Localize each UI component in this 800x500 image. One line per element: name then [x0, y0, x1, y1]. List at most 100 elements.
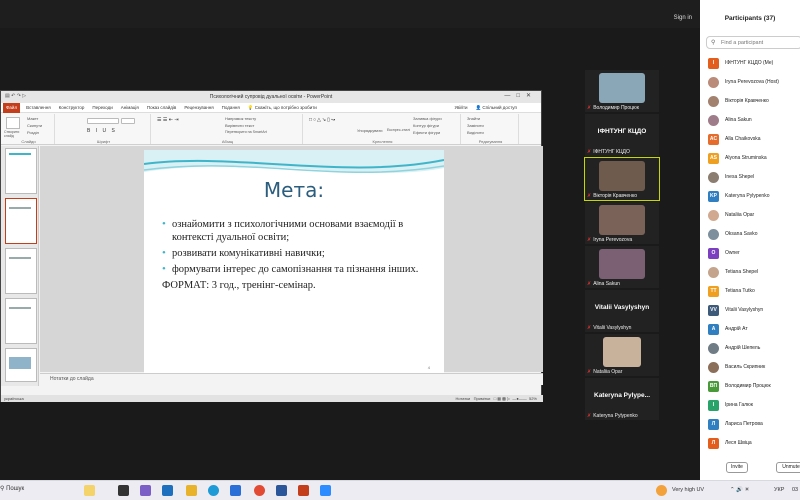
shape-effects-button[interactable]: Ефекти фігури	[413, 130, 440, 135]
list-icons[interactable]: ☰ ☰ ⇤ ⇥	[157, 117, 179, 123]
input-language[interactable]: УКР	[774, 487, 784, 493]
font-size-box[interactable]	[121, 118, 135, 124]
participant-row[interactable]: Л Лариса Петрова	[706, 416, 800, 435]
tab-view[interactable]: Подання	[222, 105, 240, 110]
tell-me-box[interactable]: 💡 Скажіть, що потрібно зробити	[248, 105, 325, 111]
participant-row[interactable]: І Ірина Галюк	[706, 397, 800, 416]
chrome-icon[interactable]	[254, 485, 265, 496]
replace-button[interactable]: Замінити	[467, 123, 484, 128]
store-icon[interactable]	[230, 485, 241, 496]
zoom-level[interactable]: 52%	[529, 396, 537, 401]
word-icon[interactable]	[276, 485, 287, 496]
taskbar-search[interactable]: ⚲ Пошук	[0, 485, 24, 492]
layout-button[interactable]: Макет	[27, 116, 38, 121]
edge-icon[interactable]	[208, 485, 219, 496]
participant-row[interactable]: VV Vitalii Vasylyshyn	[706, 302, 800, 321]
shape-outline-button[interactable]: Контур фігури	[413, 123, 439, 128]
sparkle-icon[interactable]	[84, 485, 95, 496]
view-icons[interactable]: □ ▦ ▩ ▷	[494, 396, 510, 401]
shape-fill-button[interactable]: Заливка фігури	[413, 116, 442, 121]
text-direction-button[interactable]: Напрямок тексту	[225, 116, 256, 121]
participant-row[interactable]: Nataliia Opar	[706, 207, 800, 226]
tab-file[interactable]: Файл	[3, 102, 21, 113]
font-format-icons[interactable]: B I U S	[87, 128, 117, 134]
participant-name: Alla Chaikovska	[725, 136, 761, 142]
participant-row[interactable]: Андрій Шепель	[706, 340, 800, 359]
tile-caption: ✗ Володимир Процюк	[587, 105, 639, 111]
participant-row[interactable]: TT Tetiana Tutko	[706, 283, 800, 302]
video-tile[interactable]: Kateryna Pylype... ✗ Kateryna Pylypenko	[585, 378, 659, 420]
share-button[interactable]: 👤 Спільний доступ	[476, 105, 525, 111]
unmute-all-button[interactable]: Unmute	[776, 462, 800, 473]
select-button[interactable]: Виділити	[467, 130, 484, 135]
tray-icons[interactable]: ⌃ 🔊 ☀	[730, 487, 749, 493]
notes-toggle[interactable]: Нотатки	[455, 396, 470, 401]
slide-thumbnail[interactable]	[5, 298, 37, 344]
task-view-icon[interactable]	[118, 485, 129, 496]
font-name-box[interactable]	[87, 118, 119, 124]
participant-row[interactable]: ВП Володимир Процюк	[706, 378, 800, 397]
participant-row[interactable]: Oksana Savko	[706, 226, 800, 245]
tab-animations[interactable]: Анімація	[121, 105, 139, 110]
align-text-button[interactable]: Вирівняти текст	[225, 123, 254, 128]
comments-toggle[interactable]: Примітки	[474, 396, 491, 401]
participant-row[interactable]: Alina Sakun	[706, 112, 800, 131]
tab-transitions[interactable]: Переходи	[92, 105, 112, 110]
section-button[interactable]: Розділ	[27, 130, 39, 135]
participant-row[interactable]: KP Kateryna Pylypenko	[706, 188, 800, 207]
video-tile[interactable]: ✗ Nataliia Opar	[585, 334, 659, 376]
powerpoint-icon[interactable]	[298, 485, 309, 496]
slide-body: ознайомити з психологічними основами вза…	[162, 218, 432, 292]
slide-thumbnail[interactable]	[5, 148, 37, 194]
video-tile[interactable]: ІФНТУНГ КЦДО ✗ ІФНТУНГ КЦДО	[585, 114, 659, 156]
quick-access-toolbar[interactable]: ▤ ↶ ↷ ▷	[5, 93, 26, 99]
tab-slide-show[interactable]: Показ слайдів	[147, 105, 176, 110]
participant-row[interactable]: AS Alyona Struminska	[706, 150, 800, 169]
participant-row[interactable]: Tetiana Shepel	[706, 264, 800, 283]
participant-row[interactable]: AC Alla Chaikovska	[706, 131, 800, 150]
new-slide-label[interactable]: Створити слайд	[4, 130, 26, 138]
copilot-icon[interactable]	[140, 485, 151, 496]
zoom-sign-in-link[interactable]: Sign in	[674, 15, 692, 21]
participant-row[interactable]: I ІФНТУНГ КЦДО (Me)	[706, 55, 800, 74]
file-explorer-icon[interactable]	[186, 485, 197, 496]
weather-icon[interactable]	[656, 485, 667, 496]
tab-review[interactable]: Рецензування	[184, 105, 213, 110]
current-slide[interactable]: Мета: ознайомити з психологічними основа…	[144, 150, 444, 375]
tab-insert[interactable]: Вставлення	[26, 105, 51, 110]
participant-row[interactable]: А Андрій Ат	[706, 321, 800, 340]
tab-design[interactable]: Конструктор	[59, 105, 85, 110]
quick-styles-button[interactable]: Експрес-стилі	[387, 128, 410, 132]
participant-row[interactable]: Iryna Perevozova (Host)	[706, 74, 800, 93]
find-button[interactable]: Знайти	[467, 116, 480, 121]
slide-thumbnail[interactable]	[5, 248, 37, 294]
video-tile[interactable]: ✗ Alina Sakun	[585, 246, 659, 288]
video-tile[interactable]: ✗ Володимир Процюк	[585, 70, 659, 112]
outlook-icon[interactable]	[162, 485, 173, 496]
zoom-icon[interactable]	[320, 485, 331, 496]
participant-row[interactable]: O Owner	[706, 245, 800, 264]
window-controls[interactable]: —□✕	[504, 92, 537, 99]
video-tile-active-speaker[interactable]: ✗ Вікторія Кравченко	[584, 157, 660, 201]
tile-name: Володимир Процюк	[593, 105, 639, 111]
participant-row[interactable]: Василь Скрипник	[706, 359, 800, 378]
smartart-button[interactable]: Перетворити на SmartArt	[225, 130, 267, 134]
participant-search-input[interactable]: ⚲ Find a participant	[706, 36, 800, 49]
arrange-button[interactable]: Упорядкувати	[357, 128, 383, 133]
participant-row[interactable]: Л Леся Швіца	[706, 435, 800, 454]
ppt-sign-in[interactable]: Увійти	[454, 105, 467, 111]
invite-button[interactable]: Invite	[726, 462, 748, 473]
video-tile[interactable]: ✗ Iryna Perevozova	[585, 202, 659, 244]
participant-row[interactable]: Вікторія Кравченко	[706, 93, 800, 112]
slide-thumbnail-selected[interactable]	[5, 198, 37, 244]
video-tile[interactable]: Vitalii Vasylyshyn ✗ Vitalii Vasylyshyn	[585, 290, 659, 332]
shapes-gallery[interactable]: □○△↘▯↝	[309, 117, 336, 123]
notes-pane[interactable]: Нотатки до слайда	[40, 373, 543, 385]
slide-thumbnail[interactable]	[5, 348, 37, 382]
new-slide-icon[interactable]	[6, 117, 20, 129]
clock[interactable]: 03	[792, 487, 798, 493]
weather-text[interactable]: Very high UV	[672, 487, 704, 493]
zoom-slider[interactable]: —●——	[512, 396, 526, 401]
participant-row[interactable]: Inesa Shepel	[706, 169, 800, 188]
reset-button[interactable]: Скинути	[27, 123, 42, 128]
